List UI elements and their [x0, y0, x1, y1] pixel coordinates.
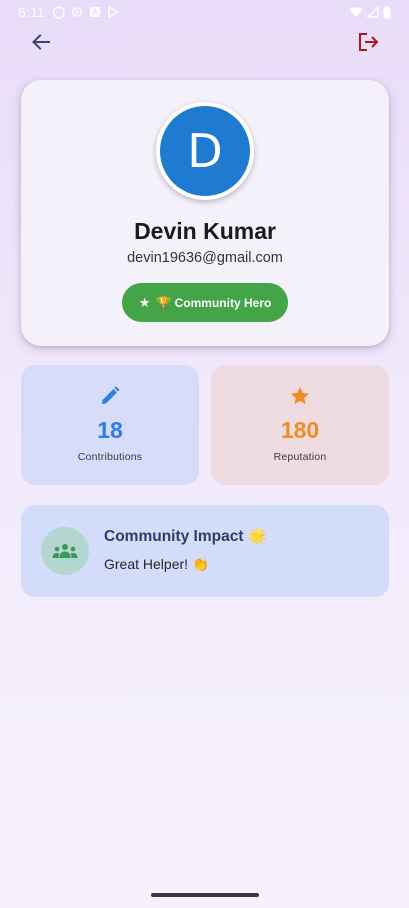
impact-title: Community Impact 🌟: [104, 528, 268, 545]
badge-label: 🏆 Community Hero: [156, 295, 272, 310]
contributions-value: 18: [97, 417, 123, 443]
notification-icons: [53, 5, 120, 19]
font-icon: [90, 7, 101, 17]
back-button[interactable]: [26, 27, 56, 57]
status-right: [349, 5, 391, 19]
groups-icon-circle: [41, 527, 89, 575]
back-arrow-icon: [32, 34, 50, 50]
settings-icon: [72, 7, 82, 17]
logout-icon: [359, 33, 379, 51]
pencil-icon: [99, 385, 121, 407]
contributions-card: 18 Contributions: [21, 365, 199, 485]
status-bar: 6:11: [0, 0, 409, 24]
profile-card: D Devin Kumar devin19636@gmail.com ★ 🏆 C…: [21, 80, 389, 346]
avatar[interactable]: D: [160, 106, 250, 196]
play-store-icon: [108, 6, 120, 18]
app-bar: [0, 24, 409, 58]
community-hero-badge: ★ 🏆 Community Hero: [122, 283, 288, 322]
avatar-initial: D: [187, 124, 223, 178]
user-name: Devin Kumar: [134, 218, 276, 244]
battery-icon: [383, 5, 391, 18]
community-impact-card: Community Impact 🌟 Great Helper! 👏: [21, 505, 389, 597]
home-indicator[interactable]: [151, 893, 259, 897]
signal-icon: [367, 6, 379, 18]
status-left: 6:11: [18, 4, 120, 20]
reputation-card: 180 Reputation: [211, 365, 389, 485]
shield-icon: [53, 5, 65, 19]
impact-subtitle: Great Helper! 👏: [104, 556, 210, 572]
star-icon: [289, 385, 311, 407]
contributions-label: Contributions: [77, 451, 143, 463]
logout-button[interactable]: [354, 27, 384, 57]
reputation-value: 180: [280, 417, 320, 443]
user-email: devin19636@gmail.com: [127, 250, 283, 266]
wifi-icon: [349, 7, 363, 17]
groups-icon: [52, 544, 78, 558]
avatar-ring: D: [156, 102, 254, 200]
badge-star-icon: ★: [138, 294, 151, 310]
status-time: 6:11: [18, 4, 46, 20]
reputation-label: Reputation: [273, 451, 327, 463]
